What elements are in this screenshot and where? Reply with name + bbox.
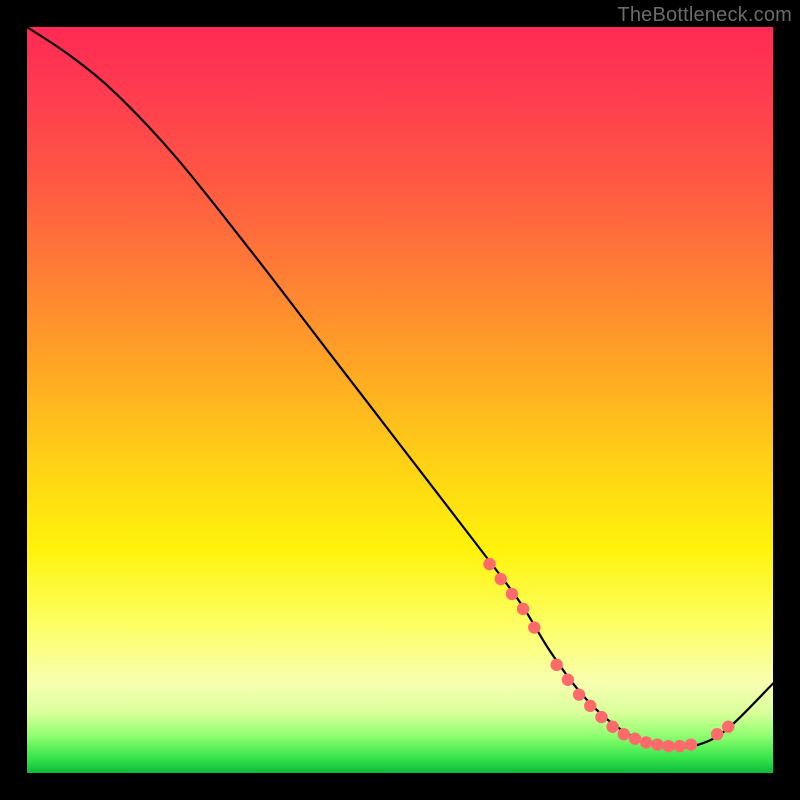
watermark-text: TheBottleneck.com: [617, 4, 792, 27]
curve-marker: [562, 674, 574, 686]
curve-marker: [711, 728, 723, 740]
curve-marker: [606, 721, 618, 733]
curve-marker: [584, 700, 596, 712]
curve-marker: [662, 740, 674, 752]
curve-marker: [722, 721, 734, 733]
curve-marker: [595, 711, 607, 723]
curve-path: [27, 27, 773, 747]
curve-marker: [495, 573, 507, 585]
curve-marker: [629, 732, 641, 744]
curve-marker: [483, 558, 495, 570]
curve-marker: [573, 688, 585, 700]
curve-marker: [550, 659, 562, 671]
curve-marker: [528, 621, 540, 633]
curve-marker: [640, 736, 652, 748]
curve-marker: [674, 740, 686, 752]
curve-marker: [651, 738, 663, 750]
curve-markers: [483, 558, 734, 752]
curve-marker: [517, 603, 529, 615]
curve-marker: [618, 728, 630, 740]
chart-frame: TheBottleneck.com: [0, 0, 800, 800]
curve-marker: [506, 588, 518, 600]
curve-marker: [685, 738, 697, 750]
plot-area: [27, 27, 773, 773]
bottleneck-curve: [27, 27, 773, 773]
